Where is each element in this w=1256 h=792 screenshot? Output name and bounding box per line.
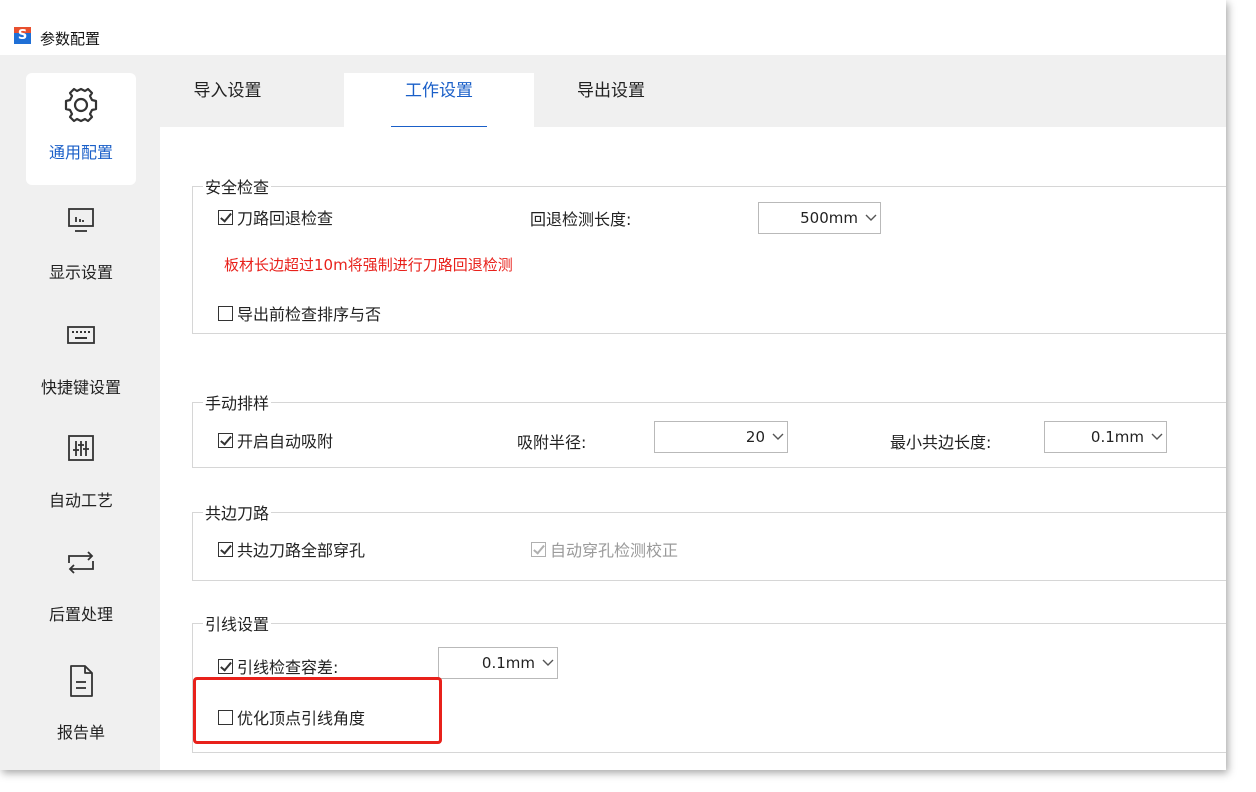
sidebar-item-shortcuts[interactable]: 快捷键设置 bbox=[26, 320, 136, 410]
checkbox-box[interactable] bbox=[218, 432, 233, 448]
loop-arrows-icon bbox=[68, 551, 94, 574]
group-title: 引线设置 bbox=[203, 611, 272, 635]
document-icon bbox=[70, 665, 93, 697]
title-bar: 参数配置 bbox=[0, 0, 1226, 55]
sidebar-item-auto-process[interactable]: 自动工艺 bbox=[26, 433, 136, 523]
sidebar-item-general[interactable]: 通用配置 bbox=[26, 73, 136, 185]
toolpath-backoff-checkbox[interactable]: 刀路回退检查 bbox=[218, 205, 333, 229]
app-logo-icon bbox=[14, 27, 31, 44]
tab-label: 导出设置 bbox=[577, 81, 645, 101]
backoff-length-label: 回退检测长度: bbox=[530, 210, 632, 229]
backoff-length-select[interactable]: 500mm bbox=[758, 202, 881, 234]
auto-pierce-correction-checkbox: 自动穿孔检测校正 bbox=[531, 537, 678, 561]
tab-bar: 导入设置 工作设置 导出设置 bbox=[160, 55, 1226, 129]
backoff-warning-text: 板材长边超过10m将强制进行刀路回退检测 bbox=[224, 256, 513, 274]
select-value: 500mm bbox=[800, 209, 858, 227]
sidebar-item-label: 自动工艺 bbox=[48, 491, 113, 510]
chevron-down-icon[interactable] bbox=[539, 648, 557, 678]
tab-label: 导入设置 bbox=[193, 81, 262, 101]
auto-snap-checkbox[interactable]: 开启自动吸附 bbox=[218, 428, 333, 452]
sidebar-item-report[interactable]: 报告单 bbox=[26, 663, 136, 763]
sidebar-item-label: 后置处理 bbox=[48, 605, 113, 624]
select-value: 0.1mm bbox=[481, 654, 535, 672]
checkbox-box[interactable] bbox=[218, 305, 233, 321]
tab-work-settings[interactable]: 工作设置 bbox=[344, 73, 534, 129]
common-edge-pierce-all-checkbox[interactable]: 共边刀路全部穿孔 bbox=[218, 537, 365, 561]
chevron-down-icon[interactable] bbox=[769, 422, 787, 452]
sidebar: 通用配置 显示设置 快捷键设置 自动工艺 后置处理 报告单 bbox=[0, 55, 160, 770]
min-common-edge-label: 最小共边长度: bbox=[890, 433, 992, 452]
tab-import-settings[interactable]: 导入设置 bbox=[160, 73, 295, 127]
sidebar-item-post-process[interactable]: 后置处理 bbox=[26, 547, 136, 637]
checkbox-box bbox=[531, 541, 546, 557]
checkbox-label: 引线检查容差: bbox=[237, 658, 339, 677]
keyboard-icon bbox=[67, 326, 95, 344]
window-title: 参数配置 bbox=[40, 30, 101, 48]
lead-tolerance-select[interactable]: 0.1mm bbox=[438, 647, 558, 679]
group-title: 共边刀路 bbox=[203, 500, 272, 524]
settings-window: 参数配置 通用配置 显示设置 bbox=[0, 0, 1226, 770]
lead-tolerance-checkbox[interactable]: 引线检查容差: bbox=[218, 654, 338, 678]
checkbox-label: 自动穿孔检测校正 bbox=[550, 541, 679, 560]
checkbox-label: 刀路回退检查 bbox=[237, 209, 334, 228]
export-sort-check-checkbox[interactable]: 导出前检查排序与否 bbox=[218, 301, 381, 325]
monitor-icon bbox=[68, 208, 94, 232]
min-common-edge-select[interactable]: 0.1mm bbox=[1044, 421, 1167, 453]
gear-icon bbox=[64, 87, 98, 123]
checkbox-box[interactable] bbox=[218, 658, 233, 674]
select-value: 0.1mm bbox=[1090, 428, 1144, 446]
sidebar-item-display[interactable]: 显示设置 bbox=[26, 205, 136, 295]
sidebar-item-label: 报告单 bbox=[56, 723, 105, 742]
chevron-down-icon[interactable] bbox=[1148, 422, 1166, 452]
snap-radius-select[interactable]: 20 bbox=[654, 421, 788, 453]
checkbox-label: 共边刀路全部穿孔 bbox=[237, 541, 366, 560]
group-title: 手动排样 bbox=[203, 390, 272, 414]
group-title: 安全检查 bbox=[203, 174, 272, 198]
checkbox-box[interactable] bbox=[218, 209, 233, 225]
checkbox-box[interactable] bbox=[218, 541, 233, 557]
select-value: 20 bbox=[745, 428, 765, 446]
sidebar-item-label: 显示设置 bbox=[48, 263, 113, 282]
sliders-icon bbox=[68, 435, 94, 461]
sidebar-item-label: 快捷键设置 bbox=[40, 378, 121, 397]
tab-export-settings[interactable]: 导出设置 bbox=[536, 73, 686, 127]
chevron-down-icon[interactable] bbox=[862, 203, 880, 233]
snap-radius-label: 吸附半径: bbox=[517, 433, 587, 452]
sidebar-item-label: 通用配置 bbox=[48, 143, 113, 162]
checkbox-label: 开启自动吸附 bbox=[237, 432, 334, 451]
checkbox-label: 导出前检查排序与否 bbox=[237, 305, 382, 324]
highlight-annotation-box bbox=[193, 677, 442, 744]
tab-label: 工作设置 bbox=[405, 81, 473, 101]
work-settings-panel: 安全检查 刀路回退检查 回退检测长度: 500mm 板材长边超过10m将强制进行… bbox=[160, 127, 1226, 770]
